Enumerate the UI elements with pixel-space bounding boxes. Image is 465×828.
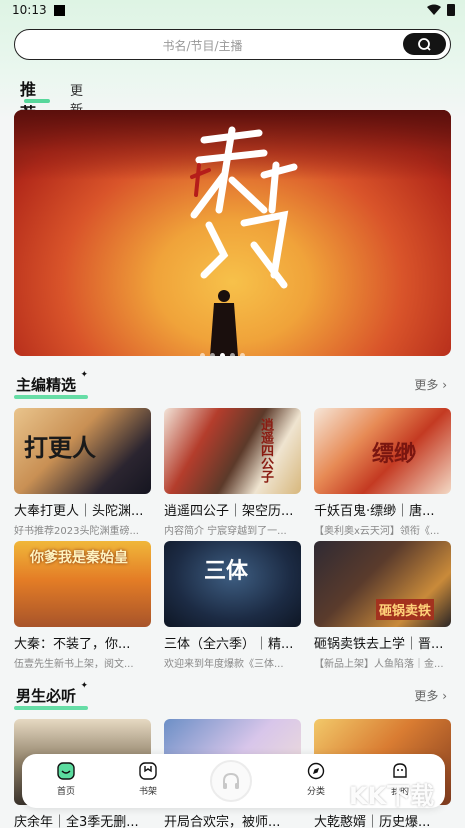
- notification-icon: [54, 5, 65, 16]
- book-cover: 打更人: [14, 408, 151, 494]
- book-title: 千妖百鬼·缥缈｜唐...: [314, 504, 435, 519]
- watermark-logo: KK下载: [349, 782, 435, 810]
- search-placeholder: 书名/节目/主播: [162, 39, 243, 53]
- bookshelf-icon: [139, 762, 157, 780]
- book-cover: 逍遥四公子: [164, 408, 301, 494]
- book-cover: 缥缈: [314, 408, 451, 494]
- sparkle-icon: ✦: [80, 681, 89, 691]
- book-desc: 内容简介 宁宸穿越到了一...: [164, 526, 287, 537]
- book-title: 开局合欢宗，被师...: [164, 815, 281, 828]
- book-cover: 你爹我是秦始皇: [14, 541, 151, 627]
- book-title: 大奉打更人｜头陀渊...: [14, 504, 144, 519]
- status-bar: 10:13: [0, 0, 465, 22]
- battery-icon: [447, 4, 455, 16]
- book-title: 三体（全六季）｜精...: [164, 637, 294, 652]
- search-button[interactable]: [403, 33, 446, 55]
- section-title-male-picks: 男生必听 ✦: [14, 681, 88, 710]
- section-title-editor-picks: 主编精选 ✦: [14, 370, 88, 399]
- book-desc: 伍壹先生新书上架，阅文...: [14, 659, 134, 670]
- search-bar[interactable]: 书名/节目/主播: [14, 29, 451, 60]
- player-button[interactable]: [210, 760, 252, 802]
- book-cover: 砸锅卖铁: [314, 541, 451, 627]
- book-title: 逍遥四公子｜架空历...: [164, 504, 294, 519]
- tab-indicator: [24, 99, 50, 103]
- book-title: 砸锅卖铁去上学｜晋...: [314, 637, 444, 652]
- book-title: 庆余年｜全3季无删...: [14, 815, 139, 828]
- book-desc: 【奥利奥x云天河】领衔《...: [314, 526, 440, 537]
- nav-category[interactable]: 分类: [294, 762, 338, 797]
- book-title: 大乾憨婿｜历史爆...: [314, 815, 431, 828]
- wifi-icon: [427, 4, 441, 15]
- book-card[interactable]: 打更人 大奉打更人｜头陀渊... 好书推荐2023头陀渊重磅...: [14, 408, 151, 537]
- book-desc: 欢迎来到年度爆款《三体...: [164, 659, 284, 670]
- category-icon: [307, 762, 325, 780]
- book-title: 大秦：不装了，你...: [14, 637, 131, 652]
- status-time: 10:13: [12, 3, 47, 17]
- book-desc: 好书推荐2023头陀渊重磅...: [14, 526, 139, 537]
- book-card[interactable]: 三体 三体（全六季）｜精... 欢迎来到年度爆款《三体...: [164, 541, 301, 670]
- sparkle-icon: ✦: [80, 370, 89, 380]
- book-cover: 三体: [164, 541, 301, 627]
- banner-pagination: [200, 343, 260, 356]
- book-card[interactable]: 你爹我是秦始皇 大秦：不装了，你... 伍壹先生新书上架，阅文...: [14, 541, 151, 670]
- hero-banner[interactable]: [14, 110, 451, 356]
- book-card[interactable]: 砸锅卖铁 砸锅卖铁去上学｜晋... 【新品上架】人鱼陷落｜金...: [314, 541, 451, 670]
- nav-home[interactable]: 首页: [44, 762, 88, 797]
- home-icon: [57, 762, 75, 780]
- more-link-male-picks[interactable]: 更多 ›: [414, 687, 447, 704]
- banner-calligraphy: [190, 126, 298, 289]
- book-desc: 【新品上架】人鱼陷落｜金...: [314, 659, 444, 670]
- headphones-icon: [223, 772, 239, 789]
- nav-bookshelf[interactable]: 书架: [126, 762, 170, 797]
- book-card[interactable]: 缥缈 千妖百鬼·缥缈｜唐... 【奥利奥x云天河】领衔《...: [314, 408, 451, 537]
- search-icon: [418, 38, 431, 51]
- book-card[interactable]: 逍遥四公子 逍遥四公子｜架空历... 内容简介 宁宸穿越到了一...: [164, 408, 301, 537]
- more-link-editor-picks[interactable]: 更多 ›: [414, 376, 447, 393]
